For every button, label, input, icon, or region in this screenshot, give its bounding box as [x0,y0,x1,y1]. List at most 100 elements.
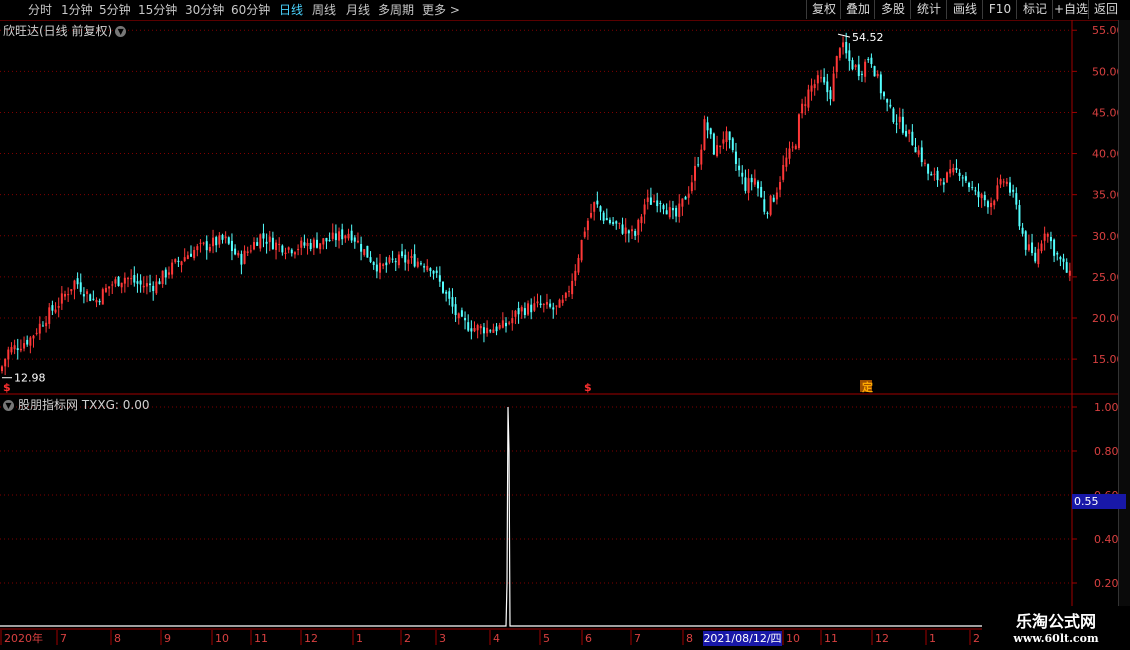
candle-body [1049,236,1052,242]
candle-body [838,48,841,58]
candle-body [404,254,407,263]
candle-body [968,182,971,188]
candle-body [892,108,895,123]
candle-body [419,263,422,265]
candle-body [145,283,148,287]
main-chart-title: 欣旺达(日线 前复权) ▼ [3,22,127,39]
candle-body [668,207,671,218]
candle-body [898,116,901,123]
candle-body [1002,181,1005,183]
watermark-title: 乐淘公式网 [1015,612,1096,631]
candle-body [709,128,712,135]
candle-body [719,145,722,148]
candle-body [101,289,104,305]
candle-body [79,282,82,292]
candle-body [501,320,504,328]
candle-body [51,305,54,311]
candle-body [167,272,170,275]
candle-body [306,242,309,247]
high-arrow [837,33,851,38]
candle-body [139,280,142,285]
x-axis-label: 11 [824,632,838,645]
candle-body [631,229,633,232]
candle-body [930,174,933,176]
candle-body [665,210,668,215]
candle-body [341,229,344,240]
candle-body [202,242,205,244]
signal-marker: $ [3,381,11,394]
candle-body [536,301,539,304]
candle-body [1065,262,1068,273]
candle-body [678,203,681,217]
candle-body [1046,233,1049,237]
candle-body [353,237,356,242]
indicator-y-tick-label: 1.00 [1094,401,1119,414]
candle-body [127,278,129,280]
candle-body [89,294,92,301]
candle-body [45,322,48,327]
candle-body [249,250,252,252]
x-axis-label: 7 [634,632,641,645]
candle-body [555,305,558,307]
signal-marker: $ [584,381,592,394]
candle-body [407,259,410,264]
candle-body [451,297,454,307]
candle-body [379,262,381,273]
candle-body [205,241,208,251]
candle-body [936,170,939,181]
candle-body [769,195,772,215]
candle-body [152,285,155,292]
candle-body [508,322,511,324]
candle-body [287,247,290,250]
candle-body [889,104,892,107]
candle-body [810,85,813,92]
candle-body [738,165,741,171]
candle-body [712,133,715,155]
candle-body [356,240,359,243]
candle-body [347,233,350,239]
candle-body [19,348,22,351]
candle-body [1062,258,1065,262]
chevron-down-icon[interactable]: ▼ [115,26,127,37]
x-axis-label: 8 [686,632,693,645]
candle-body [634,231,637,236]
candle-body [586,220,589,231]
candle-body [835,56,838,72]
candle-body [971,187,974,189]
x-axis-label: 12 [304,632,318,645]
candle-body [794,145,797,150]
candle-body [410,256,413,259]
candle-body [552,307,555,310]
chevron-down-icon[interactable]: ▼ [3,400,14,411]
candle-body [426,265,429,271]
candle-body [271,237,274,250]
candle-body [974,190,977,192]
candle-body [964,176,967,181]
high-price-label: 54.52 [852,31,884,44]
candle-body [423,266,426,268]
indicator-title-text: 股朋指标网 TXXG: 0.00 [18,398,150,412]
right-side-panel-edge[interactable] [1118,20,1130,630]
candle-body [164,269,167,278]
candle-body [224,236,227,239]
candle-body [300,240,303,248]
candle-body [797,114,800,149]
candle-body [67,294,70,296]
candle-body [268,236,271,243]
candle-body [290,249,293,254]
candle-body [114,279,117,284]
candle-body [23,343,26,349]
candle-body [905,131,908,137]
candle-body [281,245,284,253]
candle-body [574,270,577,281]
candle-body [108,286,111,289]
candle-body [416,261,419,267]
candle-body [599,206,602,212]
candle-body [161,270,164,285]
candle-body [429,268,432,271]
candle-body [13,345,16,350]
candle-body [177,260,180,262]
candle-body [539,303,542,305]
candle-body [980,194,983,199]
candle-body [435,270,438,273]
